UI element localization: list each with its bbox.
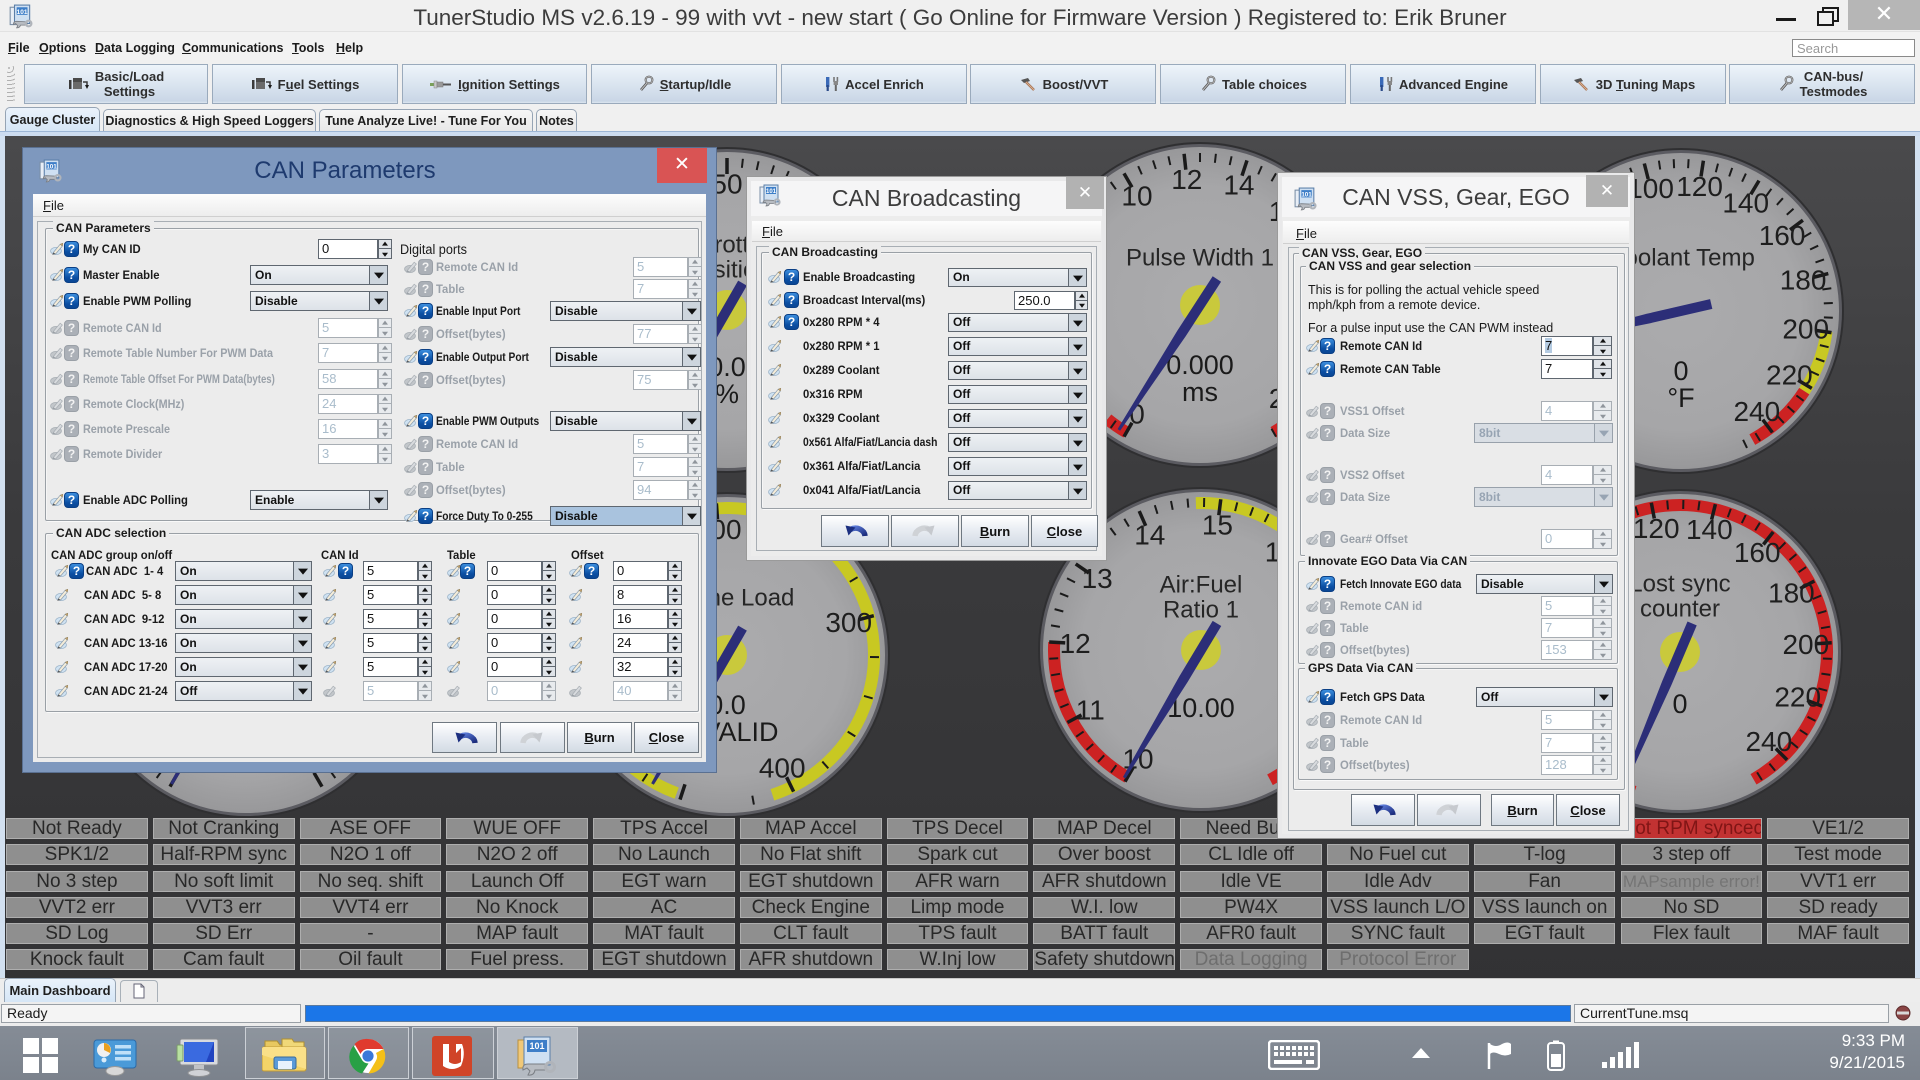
svg-text:160: 160 (1759, 220, 1806, 251)
svg-text:12: 12 (1171, 164, 1202, 195)
svg-text:Air:Fuel: Air:Fuel (1160, 572, 1243, 599)
svg-text:0: 0 (1673, 356, 1688, 386)
svg-text:13: 13 (1082, 563, 1113, 594)
svg-text:15: 15 (1202, 510, 1233, 541)
svg-text:120: 120 (1633, 513, 1680, 544)
svg-text:300: 300 (825, 607, 872, 638)
svg-text:140: 140 (1686, 514, 1733, 545)
svg-text:180: 180 (1780, 265, 1827, 296)
svg-text:Pulse Width 1: Pulse Width 1 (1126, 245, 1274, 272)
svg-text:10: 10 (1121, 180, 1152, 211)
svg-text:220: 220 (1766, 360, 1813, 391)
svg-text:%: % (715, 379, 739, 409)
svg-text:160: 160 (1734, 537, 1781, 568)
svg-text:200: 200 (1782, 313, 1829, 344)
svg-text:180: 180 (1768, 578, 1815, 609)
svg-text:14: 14 (1134, 519, 1165, 550)
svg-text:400: 400 (759, 753, 806, 784)
svg-text:0.000: 0.000 (1166, 350, 1234, 380)
svg-text:120: 120 (1676, 171, 1723, 202)
svg-text:Lost sync: Lost sync (1629, 571, 1730, 598)
svg-text:140: 140 (1722, 187, 1769, 218)
svg-text:100: 100 (1627, 173, 1674, 204)
svg-text:ms: ms (1182, 377, 1218, 407)
svg-text:240: 240 (1733, 396, 1780, 427)
svg-text:°F: °F (1667, 383, 1694, 413)
svg-text:220: 220 (1774, 681, 1821, 712)
svg-text:Ratio 1: Ratio 1 (1163, 597, 1239, 624)
svg-text:12: 12 (1060, 628, 1091, 659)
svg-text:11: 11 (1076, 695, 1105, 726)
svg-text:counter: counter (1640, 596, 1720, 623)
svg-text:101: 101 (529, 1041, 544, 1051)
svg-text:14: 14 (1223, 170, 1254, 201)
svg-text:0: 0 (1672, 689, 1687, 719)
svg-text:240: 240 (1745, 726, 1792, 757)
svg-text:200: 200 (1782, 629, 1829, 660)
svg-text:50: 50 (711, 169, 742, 200)
